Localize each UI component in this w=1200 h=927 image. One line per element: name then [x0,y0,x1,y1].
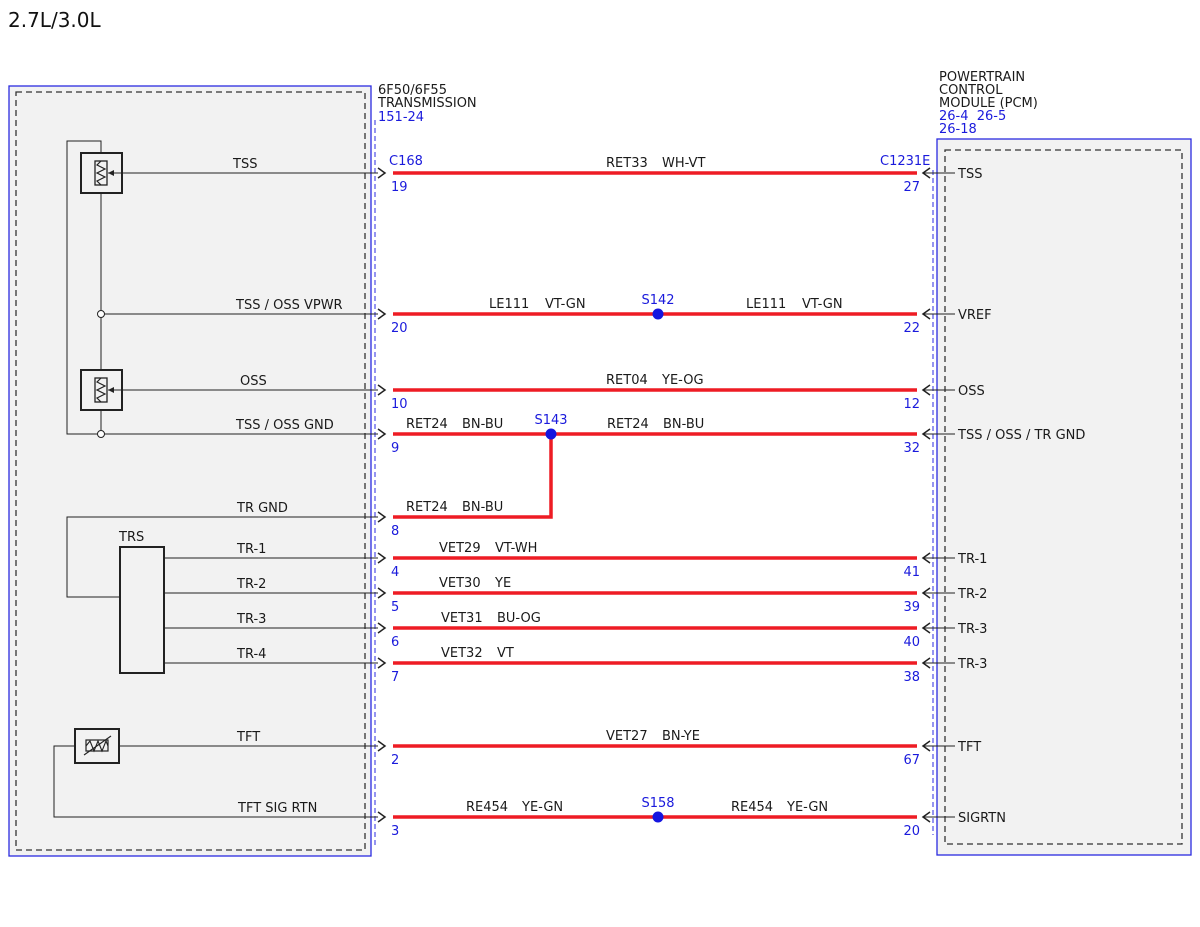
tft-left-pin-arrow-icon [377,740,387,752]
tr3-right-pin: 40 [903,635,920,650]
sigrtn-segment-0-circuit: RE454 [466,800,508,815]
vpwr-segment-0-color: VT-GN [545,297,586,312]
tr2-right-label: TR-2 [957,587,987,602]
tr4-left-pin-arrow-icon [377,657,387,669]
sigrtn-segment-1-circuit: RE454 [731,800,773,815]
tss-right-pin: 27 [903,180,920,195]
tft-right-label: TFT [957,740,981,755]
tr4-right-pin: 38 [903,670,920,685]
sigrtn-right-pin: 20 [903,824,920,839]
tr4-right-label: TR-3 [957,657,987,672]
tss-left-pin-arrow-icon [377,167,387,179]
vpwr-splice-label: S142 [641,293,674,308]
oss-right-pin: 12 [903,397,920,412]
tr2-left-pin: 5 [391,600,399,615]
tr1-segment-0-circuit: VET29 [439,541,481,556]
gnd-left-pin: 9 [391,441,399,456]
oss-left-pin: 10 [391,397,408,412]
tr2-right-pin: 39 [903,600,920,615]
vpwr-splice-dot [652,308,664,320]
tr1-right-label: TR-1 [957,552,987,567]
vpwr-right-pin: 22 [903,321,920,336]
tr4-segment-0-color: VT [497,646,514,661]
tft-left-label: TFT [236,730,260,745]
diagram-title: 2.7L/3.0L [8,8,101,32]
tss-right-label: TSS [957,167,982,182]
tr1-left-pin: 4 [391,565,399,580]
oss-segment-0-circuit: RET04 [606,373,648,388]
oss-segment-0-color: YE-OG [661,373,704,388]
tr4-left-pin: 7 [391,670,399,685]
gnd-segment-1-color: BN-BU [663,417,704,432]
tr3-segment-0-color: BU-OG [497,611,541,626]
gnd-splice-label: S143 [534,413,567,428]
vpwr-segment-1-circuit: LE111 [746,297,786,312]
oss-left-pin-arrow-icon [377,384,387,396]
trgnd-left-pin: 8 [391,524,399,539]
oss-right-label: OSS [958,384,985,399]
tr3-left-pin-arrow-icon [377,622,387,634]
tr1-left-pin-arrow-icon [377,552,387,564]
vpwr-segment-1-color: VT-GN [802,297,843,312]
sigrtn-splice-label: S158 [641,796,674,811]
sigrtn-left-pin: 3 [391,824,399,839]
tr2-left-label: TR-2 [236,577,266,592]
transmission-name-line-2: TRANSMISSION [377,96,477,111]
tr1-left-label: TR-1 [236,542,266,557]
oss-left-label: OSS [240,374,267,389]
pcm-connector: C1231E [880,154,930,169]
gnd-splice-dot [545,428,557,440]
transmission-connector: C168 [389,154,423,169]
tft-segment-0-circuit: VET27 [606,729,648,744]
transmission-ref: 151-24 [378,110,424,125]
sigrtn-segment-0-color: YE-GN [521,800,563,815]
tr4-segment-0-circuit: VET32 [441,646,483,661]
tr2-segment-0-circuit: VET30 [439,576,481,591]
trgnd-segment-0-color: BN-BU [462,500,503,515]
vpwr-segment-0-circuit: LE111 [489,297,529,312]
tr1-right-pin: 41 [903,565,920,580]
sigrtn-left-label: TFT SIG RTN [237,801,317,816]
gnd-junction [97,430,105,438]
sigrtn-segment-1-color: YE-GN [786,800,828,815]
tr2-segment-0-color: YE [494,576,511,591]
sigrtn-right-label: SIGRTN [958,811,1006,826]
gnd-segment-0-circuit: RET24 [406,417,448,432]
tft-segment-0-color: BN-YE [662,729,700,744]
gnd-right-pin: 32 [903,441,920,456]
trgnd-segment-0-circuit: RET24 [406,500,448,515]
tss-segment-0-color: WH-VT [662,156,705,171]
tss-segment-0-circuit: RET33 [606,156,648,171]
tss-left-pin: 19 [391,180,408,195]
tss-left-label: TSS [232,157,257,172]
trgnd-left-pin-arrow-icon [377,511,387,523]
tr3-segment-0-circuit: VET31 [441,611,483,626]
vpwr-left-label: TSS / OSS VPWR [235,298,343,313]
tft-right-pin: 67 [903,753,920,768]
tr3-left-label: TR-3 [236,612,266,627]
gnd-right-label: TSS / OSS / TR GND [957,428,1085,443]
vpwr-left-pin-arrow-icon [377,308,387,320]
tr1-segment-0-color: VT-WH [495,541,537,556]
gnd-left-pin-arrow-icon [377,428,387,440]
tr3-right-label: TR-3 [957,622,987,637]
wiring-diagram: 2.7L/3.0L 6F50/6F55 TRANSMISSION 151-24 … [8,8,1192,857]
gnd-segment-1-circuit: RET24 [607,417,649,432]
pcm-ref-2: 26-18 [939,122,977,137]
tft-left-pin: 2 [391,753,399,768]
sigrtn-left-pin-arrow-icon [377,811,387,823]
sigrtn-splice-dot [652,811,664,823]
vpwr-right-label: VREF [958,308,992,323]
vpwr-left-pin: 20 [391,321,408,336]
tr2-left-pin-arrow-icon [377,587,387,599]
tr3-left-pin: 6 [391,635,399,650]
trs-label: TRS [118,530,144,545]
tr4-left-label: TR-4 [236,647,266,662]
trgnd-left-label: TR GND [236,501,288,516]
transmission-frame [8,85,372,857]
vpwr-junction [97,310,105,318]
gnd-segment-0-color: BN-BU [462,417,503,432]
trs-switch [119,546,165,674]
gnd-left-label: TSS / OSS GND [235,418,334,433]
